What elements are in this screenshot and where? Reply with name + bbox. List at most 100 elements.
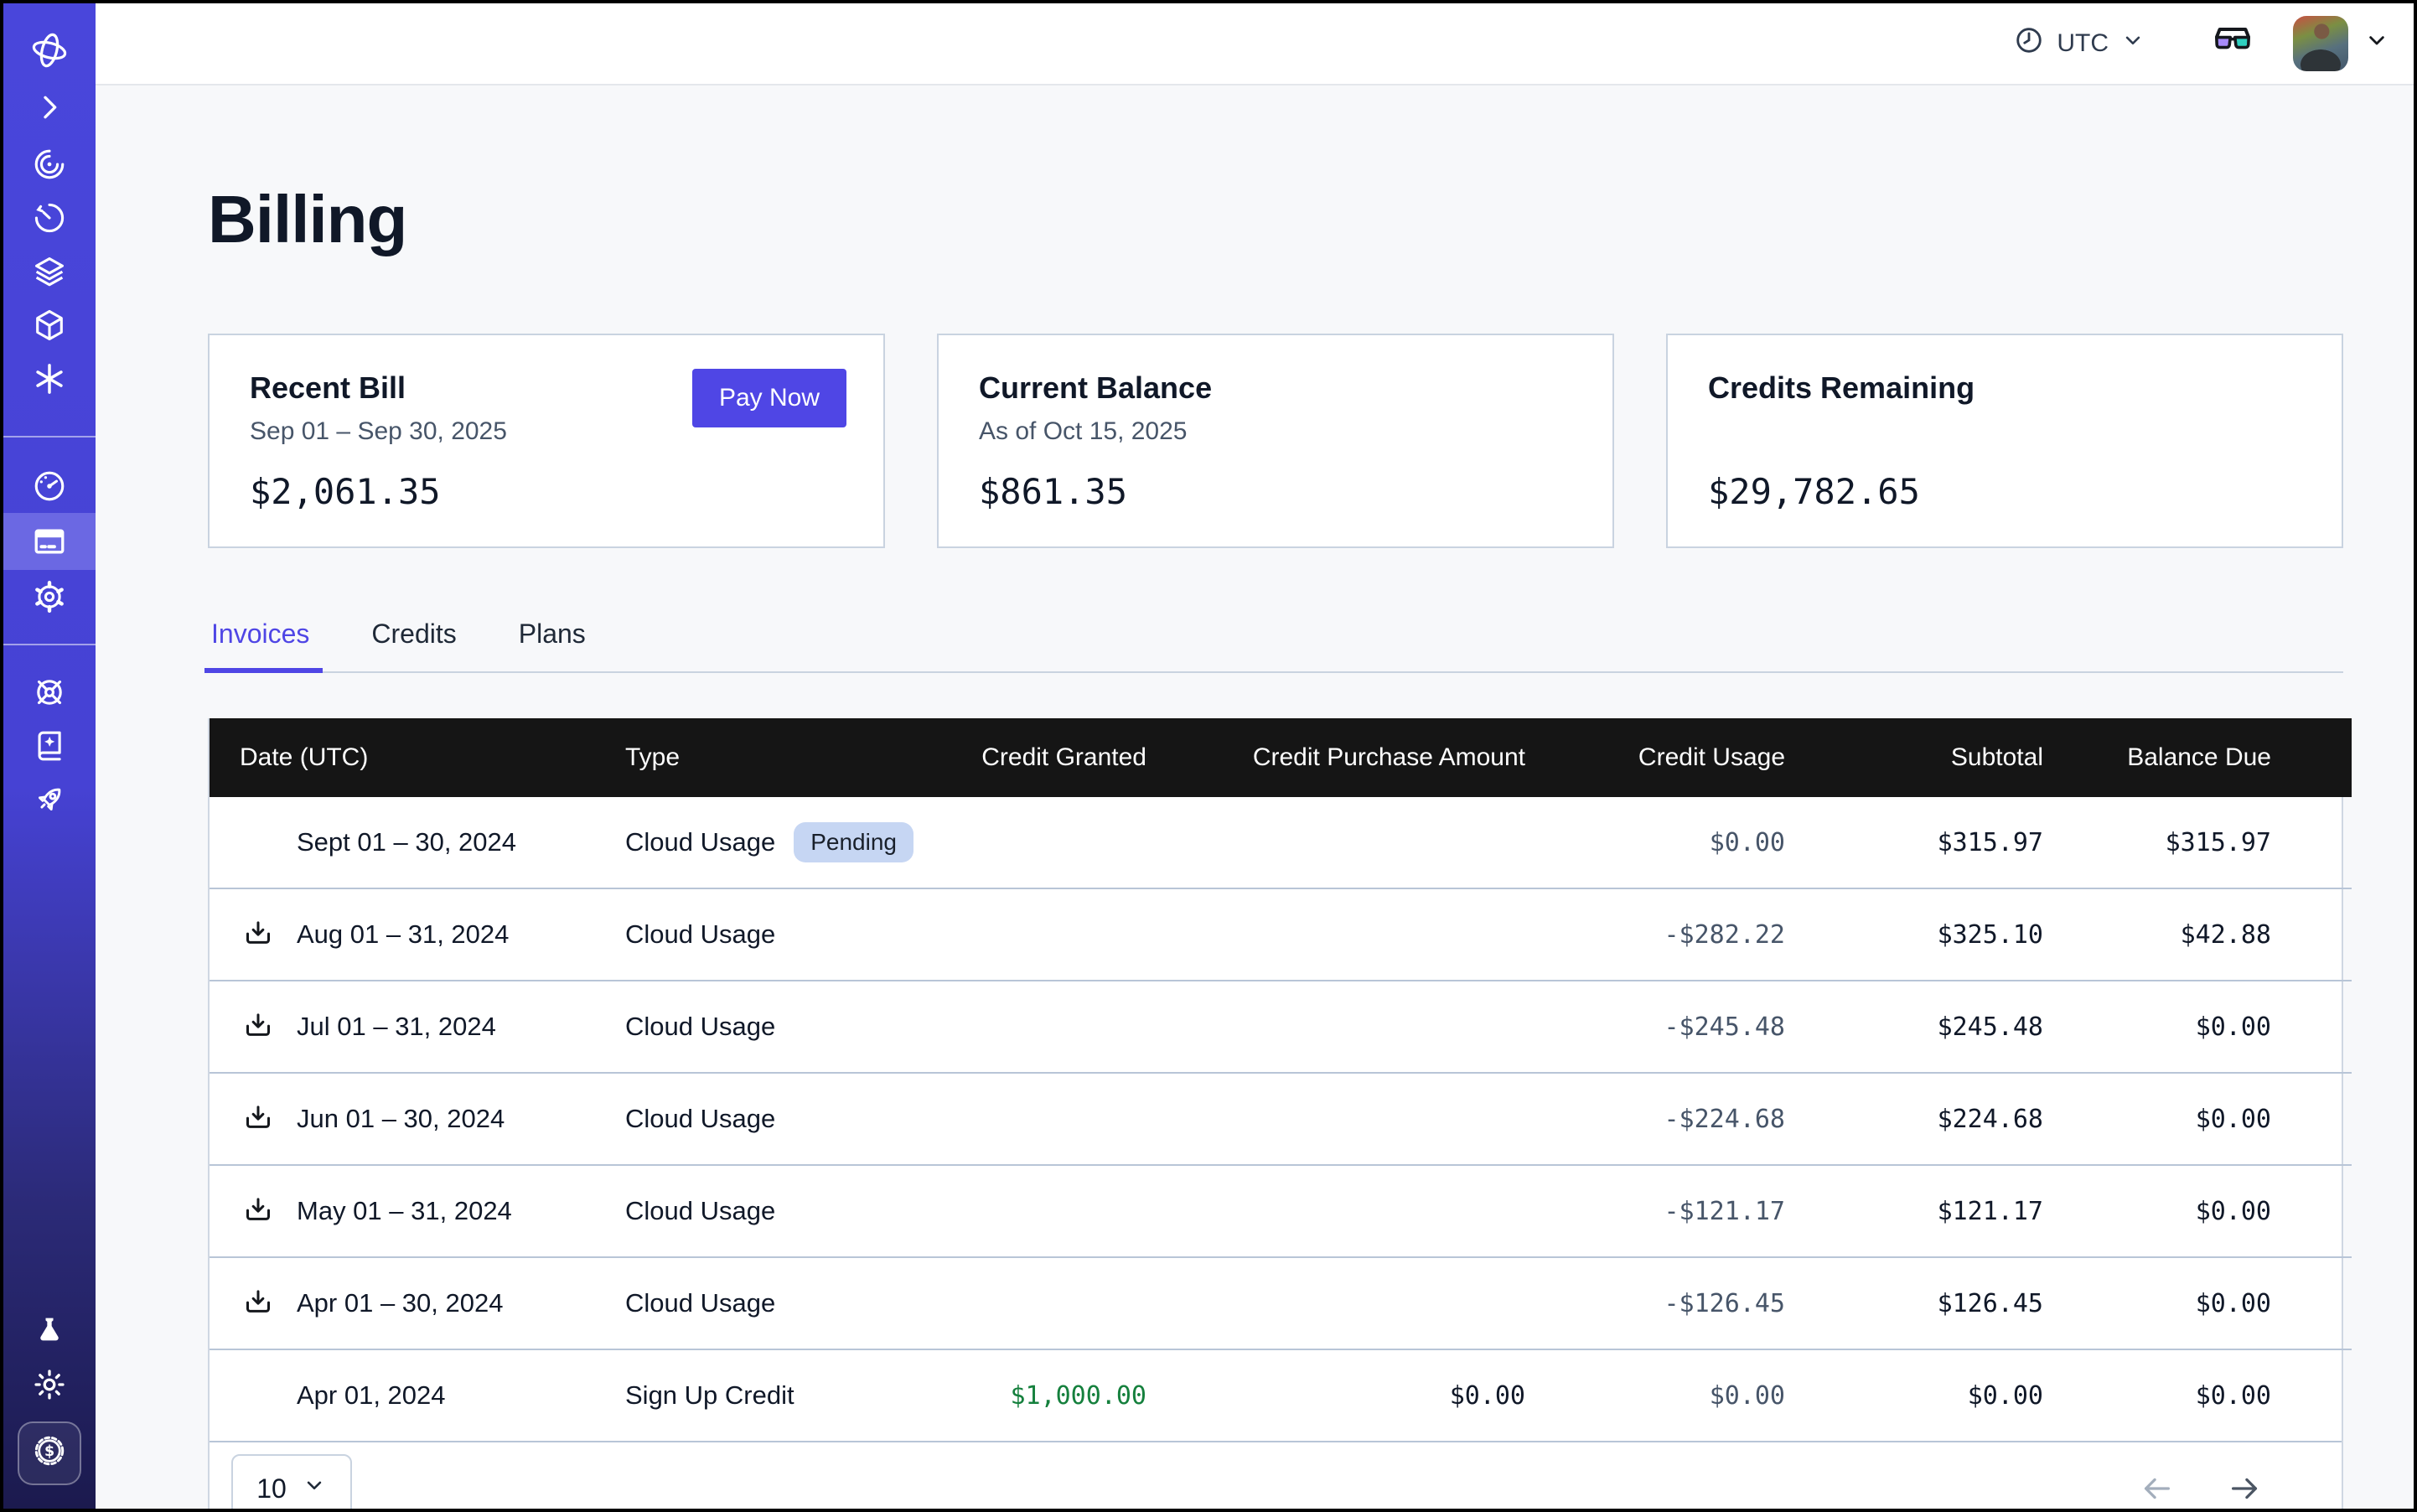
status-badge: Pending	[794, 822, 913, 862]
gauge-icon	[31, 468, 68, 505]
credits-remaining-card: Credits Remaining $29,782.65	[1666, 334, 2343, 548]
column-subtotal: Subtotal	[1787, 718, 2045, 797]
current-balance-card: Current Balance As of Oct 15, 2025 $861.…	[937, 334, 1614, 548]
sidebar-item-support[interactable]	[3, 665, 96, 719]
download-invoice-icon[interactable]	[241, 1287, 275, 1320]
table-row: Apr 01, 2024 Sign Up Credit $1,000.00 $0…	[210, 1349, 2352, 1441]
credit-granted-value	[970, 981, 1148, 1073]
invoice-date: Apr 01, 2024	[297, 1380, 446, 1411]
column-credit-granted: Credit Granted	[970, 718, 1148, 797]
subtotal-value: $245.48	[1787, 981, 2045, 1073]
credit-usage-value: -$245.48	[1527, 981, 1787, 1073]
summary-cards: Recent Bill Sep 01 – Sep 30, 2025 $2,061…	[208, 334, 2343, 548]
table-row: May 01 – 31, 2024 Cloud Usage -$121.17 $…	[210, 1165, 2352, 1257]
invoice-type: Sign Up Credit	[625, 1380, 794, 1411]
card-subtitle: As of Oct 15, 2025	[979, 417, 1572, 448]
subtotal-value: $126.45	[1787, 1257, 2045, 1349]
subtotal-value: $325.10	[1787, 888, 2045, 981]
download-invoice-icon[interactable]	[241, 1194, 275, 1228]
sidebar-item-trace[interactable]	[3, 137, 96, 191]
asterisk-icon	[31, 360, 68, 397]
card-title: Current Balance	[979, 370, 1572, 406]
card-amount: $29,782.65	[1708, 471, 2301, 512]
invoice-type: Cloud Usage	[625, 1196, 775, 1226]
download-invoice-icon[interactable]	[241, 1102, 275, 1136]
sidebar-item-settings[interactable]	[3, 570, 96, 624]
glasses-button[interactable]	[2209, 21, 2256, 67]
pay-now-button[interactable]: Pay Now	[692, 369, 846, 427]
sidebar-item-dashboard[interactable]	[3, 459, 96, 513]
column-credit-purchase: Credit Purchase Amount	[1148, 718, 1527, 797]
sidebar-item-labs[interactable]	[3, 1304, 96, 1358]
sidebar-item-billing[interactable]	[3, 513, 96, 570]
column-type: Type	[624, 718, 970, 797]
cube-icon	[31, 307, 68, 344]
invoice-type: Cloud Usage	[625, 1104, 775, 1134]
glasses-icon	[2209, 21, 2256, 67]
invoice-date: Sept 01 – 30, 2024	[297, 827, 516, 857]
book-sparkle-icon	[31, 728, 68, 764]
credit-purchase-value	[1148, 1165, 1527, 1257]
chevron-right-icon	[33, 91, 66, 124]
tab-credits[interactable]: Credits	[368, 619, 459, 671]
sun-icon	[32, 1367, 67, 1402]
credits-button[interactable]: $	[18, 1421, 81, 1485]
invoice-date: May 01 – 31, 2024	[297, 1196, 512, 1226]
page-size-value: 10	[256, 1473, 287, 1504]
invoice-date: Jun 01 – 30, 2024	[297, 1104, 505, 1134]
content-shell: UTC Billing Recent Bill Sep 01 – Sep 30,…	[96, 3, 2414, 1509]
topbar: UTC	[96, 3, 2414, 85]
sidebar-item-launch[interactable]	[3, 773, 96, 826]
subtotal-value: $315.97	[1787, 797, 2045, 888]
tab-plans[interactable]: Plans	[515, 619, 589, 671]
credit-usage-value: -$282.22	[1527, 888, 1787, 981]
avatar	[2293, 16, 2348, 71]
next-page-button[interactable]	[2226, 1469, 2264, 1508]
sidebar-item-theme[interactable]	[3, 1358, 96, 1411]
chevron-down-icon	[302, 1473, 327, 1504]
sidebar-item-history[interactable]	[3, 191, 96, 245]
sidebar-item-collapse[interactable]	[3, 82, 96, 132]
sidebar-item-functions[interactable]	[3, 352, 96, 406]
balance-due-value: $42.88	[2045, 888, 2352, 981]
pager-arrows	[2137, 1469, 2264, 1508]
credit-granted-value	[970, 797, 1148, 888]
invoice-type: Cloud Usage	[625, 827, 775, 857]
download-invoice-icon[interactable]	[241, 918, 275, 951]
sidebar-item-packages[interactable]	[3, 298, 96, 352]
timezone-label: UTC	[2057, 29, 2109, 58]
credit-usage-value: -$121.17	[1527, 1165, 1787, 1257]
tab-invoices[interactable]: Invoices	[208, 619, 313, 671]
sidebar-item-docs[interactable]	[3, 719, 96, 773]
card-subtitle	[1708, 417, 2301, 448]
table-row: Aug 01 – 31, 2024 Cloud Usage -$282.22 $…	[210, 888, 2352, 981]
main-content: Billing Recent Bill Sep 01 – Sep 30, 202…	[96, 85, 2414, 1509]
page-size-select[interactable]: 10	[231, 1454, 352, 1509]
table-row: Jun 01 – 30, 2024 Cloud Usage -$224.68 $…	[210, 1073, 2352, 1165]
sidebar-item-layers[interactable]	[3, 245, 96, 298]
credit-purchase-value	[1148, 888, 1527, 981]
download-invoice-icon[interactable]	[241, 1010, 275, 1043]
account-menu[interactable]	[2293, 16, 2390, 71]
column-credit-usage: Credit Usage	[1527, 718, 1787, 797]
ship-wheel-icon	[31, 674, 68, 711]
pagination-bar: 10	[210, 1441, 2342, 1509]
sidebar-divider	[3, 644, 96, 645]
chevron-down-icon	[2363, 27, 2390, 60]
invoice-type: Cloud Usage	[625, 1288, 775, 1318]
credit-usage-value: $0.00	[1527, 797, 1787, 888]
previous-page-button[interactable]	[2137, 1469, 2176, 1508]
balance-due-value: $0.00	[2045, 1073, 2352, 1165]
credit-purchase-value	[1148, 797, 1527, 888]
balance-due-value: $315.97	[2045, 797, 2352, 888]
sidebar-divider	[3, 436, 96, 438]
column-balance-due: Balance Due	[2045, 718, 2352, 797]
table-row: Sept 01 – 30, 2024 Cloud Usage Pending $…	[210, 797, 2352, 888]
credit-purchase-value	[1148, 1257, 1527, 1349]
sidebar-item-logo[interactable]	[3, 25, 96, 75]
subtotal-value: $0.00	[1787, 1349, 2045, 1441]
invoice-type: Cloud Usage	[625, 919, 775, 950]
subtotal-value: $224.68	[1787, 1073, 2045, 1165]
credit-purchase-value: $0.00	[1148, 1349, 1527, 1441]
timezone-selector[interactable]: UTC	[2013, 24, 2145, 63]
